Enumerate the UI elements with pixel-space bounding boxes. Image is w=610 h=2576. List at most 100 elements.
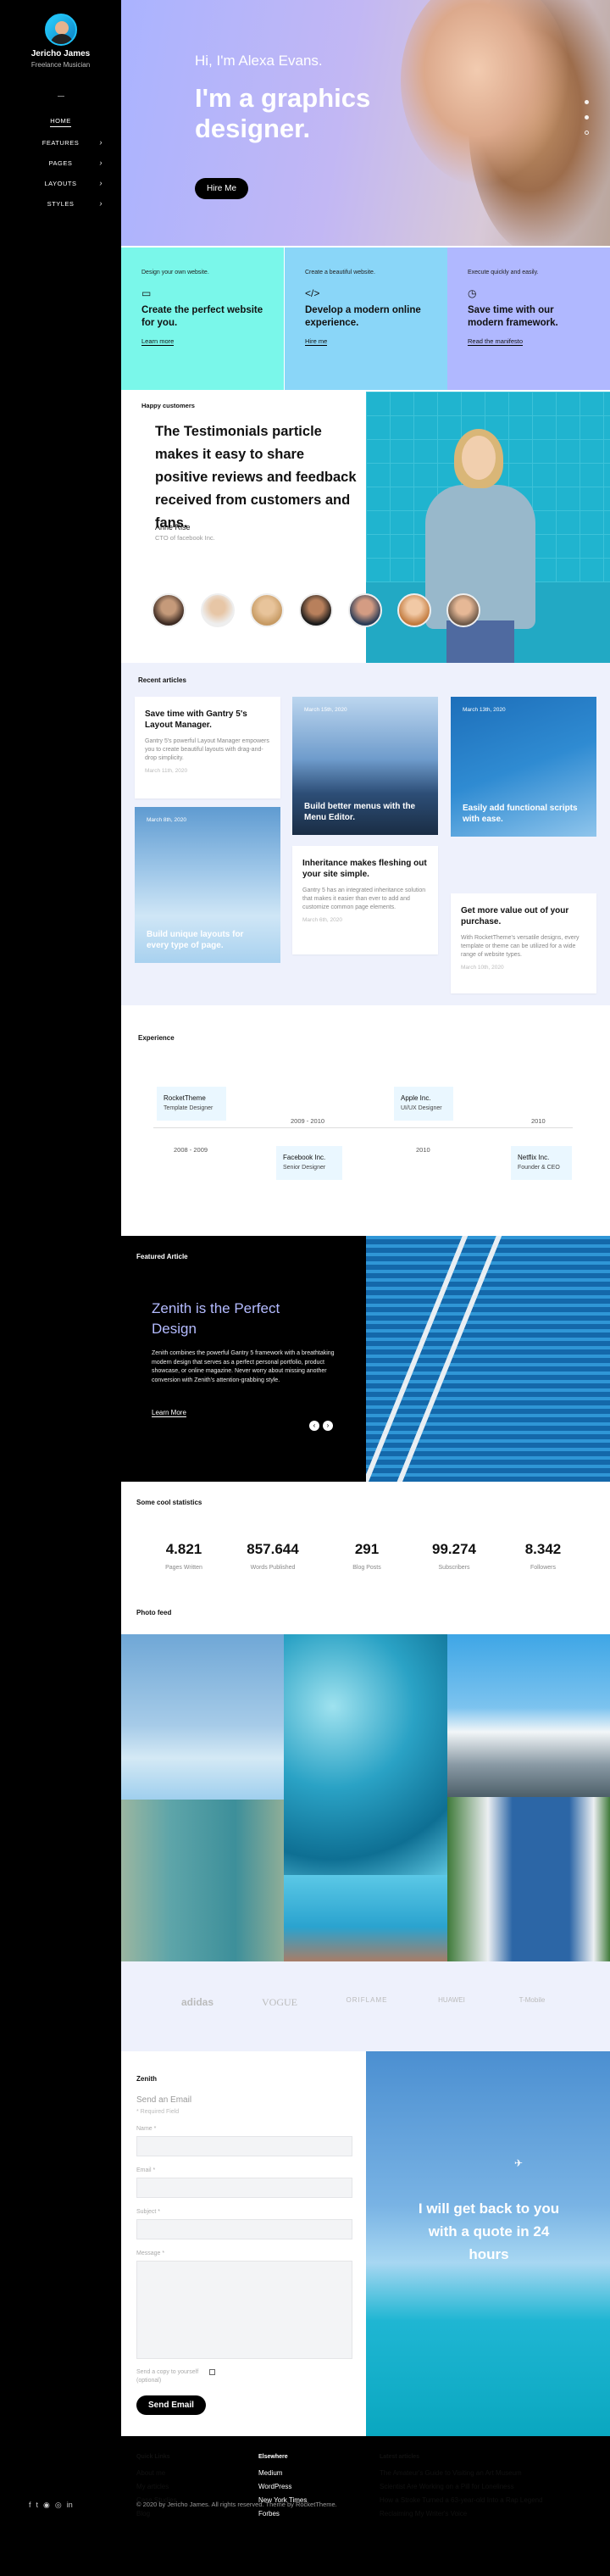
send-email-button[interactable]: Send Email bbox=[136, 2395, 206, 2415]
slide-dot[interactable] bbox=[585, 100, 589, 104]
slide-dot[interactable] bbox=[585, 115, 589, 120]
feature-link[interactable]: Learn more bbox=[141, 337, 175, 346]
learn-more-link[interactable]: Learn More bbox=[152, 1409, 186, 1417]
footer-link[interactable]: My articles bbox=[136, 2480, 177, 2494]
testimonial-role: CTO of facebook Inc. bbox=[155, 534, 215, 542]
footer-link[interactable]: Scientist Are Working on a Pill for Lone… bbox=[380, 2480, 600, 2494]
article-card[interactable]: March 8th, 2020 Build unique layouts for… bbox=[135, 807, 280, 963]
nav-pages[interactable]: PAGES › bbox=[0, 153, 121, 173]
slider-dots bbox=[585, 100, 591, 146]
article-card[interactable]: Get more value out of your purchase. Wit… bbox=[451, 893, 596, 993]
hero-subtitle: Hi, I'm Alexa Evans. bbox=[195, 53, 323, 69]
avatar[interactable] bbox=[397, 593, 431, 627]
logo-oriflame: ORIFLAME bbox=[346, 1996, 388, 2004]
copy-label: Send a copy to yourself (optional) bbox=[136, 2369, 199, 2384]
avatar[interactable] bbox=[446, 593, 480, 627]
chevron-right-icon: › bbox=[99, 138, 103, 147]
avatar[interactable] bbox=[152, 593, 186, 627]
section-title: Recent articles bbox=[138, 676, 186, 684]
arrow-right-icon[interactable]: › bbox=[323, 1421, 333, 1431]
copy-checkbox[interactable] bbox=[209, 2369, 215, 2375]
feature-card: Execute quickly and easily. ◷ Save time … bbox=[447, 248, 610, 390]
footer-link[interactable]: The Amateur's Guide to Visiting an Art M… bbox=[380, 2467, 600, 2480]
article-card[interactable]: March 15th, 2020 Build better menus with… bbox=[292, 697, 438, 835]
linkedin-icon[interactable]: in bbox=[67, 2501, 73, 2510]
footer-column: Quick Links About me My articles Case St… bbox=[136, 2453, 177, 2521]
footer-link[interactable]: WordPress bbox=[258, 2480, 307, 2494]
footer-link[interactable]: Medium bbox=[258, 2467, 307, 2480]
photo-feed-item[interactable] bbox=[447, 1797, 610, 1961]
stat-item: 857.644 Words Published bbox=[247, 1541, 299, 1571]
feature-card: Design your own website. ▭ Create the pe… bbox=[121, 248, 284, 390]
photo-feed-item[interactable] bbox=[121, 1800, 284, 1961]
featured-photo bbox=[366, 1236, 610, 1482]
hire-me-button[interactable]: Hire Me bbox=[195, 178, 249, 199]
contact-photo: I will get back to you with a quote in 2… bbox=[366, 2051, 610, 2436]
footer-link[interactable]: Blog bbox=[136, 2507, 177, 2521]
section-title: Featured Article bbox=[136, 1253, 188, 1260]
form-subtitle: Send an Email bbox=[136, 2095, 192, 2105]
slide-dot[interactable] bbox=[585, 131, 589, 135]
field-label: Email * bbox=[136, 2167, 156, 2173]
footer-link[interactable]: Reclaiming My Writer's Voice bbox=[380, 2507, 600, 2521]
feature-card: Create a beautiful website. </> Develop … bbox=[285, 248, 447, 390]
message-textarea[interactable] bbox=[136, 2261, 352, 2359]
section-title: Happy customers bbox=[141, 402, 195, 409]
testimonial-name: Anne Rise bbox=[155, 523, 191, 531]
section-title: Experience bbox=[138, 1034, 175, 1042]
hero-title: I'm a graphics designer. bbox=[195, 83, 371, 143]
instagram-icon[interactable]: ◎ bbox=[55, 2501, 62, 2510]
avatar[interactable] bbox=[250, 593, 284, 627]
articles-section: Recent articles Save time with Gantry 5'… bbox=[121, 663, 610, 1005]
stat-item: 8.342 Followers bbox=[524, 1541, 562, 1571]
logo-tmobile: T-Mobile bbox=[518, 1996, 546, 2004]
airplane-icon: ✈ bbox=[514, 2157, 524, 2169]
facebook-icon[interactable]: f bbox=[29, 2501, 31, 2510]
avatar[interactable] bbox=[299, 593, 333, 627]
hero: Hi, I'm Alexa Evans. I'm a graphics desi… bbox=[121, 0, 610, 246]
timeline-year: 2010 bbox=[531, 1117, 546, 1125]
nav-home[interactable]: HOME bbox=[0, 112, 121, 132]
article-card[interactable]: Inheritance makes fleshing out your site… bbox=[292, 846, 438, 954]
email-input[interactable] bbox=[136, 2178, 352, 2198]
photo-feed-item[interactable] bbox=[121, 1634, 284, 1800]
nav-features[interactable]: FEATURES › bbox=[0, 132, 121, 153]
logo-vogue: VOGUE bbox=[262, 1996, 297, 2008]
github-icon[interactable]: ◉ bbox=[43, 2501, 50, 2510]
sidebar-nav: HOME FEATURES › PAGES › LAYOUTS › STYLES › bbox=[0, 112, 121, 214]
arrow-left-icon[interactable]: ‹ bbox=[309, 1421, 319, 1431]
subject-input[interactable] bbox=[136, 2219, 352, 2239]
article-card[interactable]: Save time with Gantry 5's Layout Manager… bbox=[135, 697, 280, 798]
article-card[interactable]: March 13th, 2020 Easily add functional s… bbox=[451, 697, 596, 837]
twitter-icon[interactable]: t bbox=[36, 2501, 39, 2510]
nav-layouts[interactable]: LAYOUTS › bbox=[0, 173, 121, 193]
required-note: * Required Field bbox=[136, 2109, 180, 2115]
timeline-year: 2009 - 2010 bbox=[291, 1117, 325, 1125]
timeline-year: 2010 bbox=[416, 1146, 430, 1154]
field-label: Message * bbox=[136, 2251, 165, 2256]
footer-link[interactable]: Forbes bbox=[258, 2507, 307, 2521]
timeline-item: Apple Inc. UI/UX Designer bbox=[394, 1087, 453, 1121]
main-content: Hi, I'm Alexa Evans. I'm a graphics desi… bbox=[121, 0, 610, 2576]
avatar[interactable] bbox=[201, 593, 235, 627]
nav-styles[interactable]: STYLES › bbox=[0, 193, 121, 214]
avatar[interactable] bbox=[348, 593, 382, 627]
feature-link[interactable]: Hire me bbox=[305, 337, 328, 346]
footer-link[interactable]: How a Stroke Turned a 63-year-old Into a… bbox=[380, 2494, 600, 2507]
social-links: f t ◉ ◎ in bbox=[29, 2501, 73, 2510]
code-icon: </> bbox=[305, 287, 320, 299]
stat-item: 291 Blog Posts bbox=[352, 1541, 381, 1571]
timeline-item: Netflix Inc. Founder & CEO bbox=[511, 1146, 572, 1180]
photo-feed-item[interactable] bbox=[284, 1875, 447, 1961]
stat-item: 99.274 Subscribers bbox=[432, 1541, 476, 1571]
footer-link[interactable]: About me bbox=[136, 2467, 177, 2480]
photo-feed-item[interactable] bbox=[284, 1634, 447, 1875]
name-input[interactable] bbox=[136, 2136, 352, 2156]
customer-avatars bbox=[152, 593, 480, 627]
monitor-icon: ▭ bbox=[141, 287, 152, 299]
feature-link[interactable]: Read the manifesto bbox=[468, 337, 524, 346]
featured-text: Zenith combines the powerful Gantry 5 fr… bbox=[152, 1350, 335, 1383]
photo-feed-item[interactable] bbox=[447, 1634, 610, 1797]
sidebar: Jericho James Freelance Musician HOME FE… bbox=[0, 0, 121, 2576]
timeline-year: 2008 - 2009 bbox=[174, 1146, 208, 1154]
